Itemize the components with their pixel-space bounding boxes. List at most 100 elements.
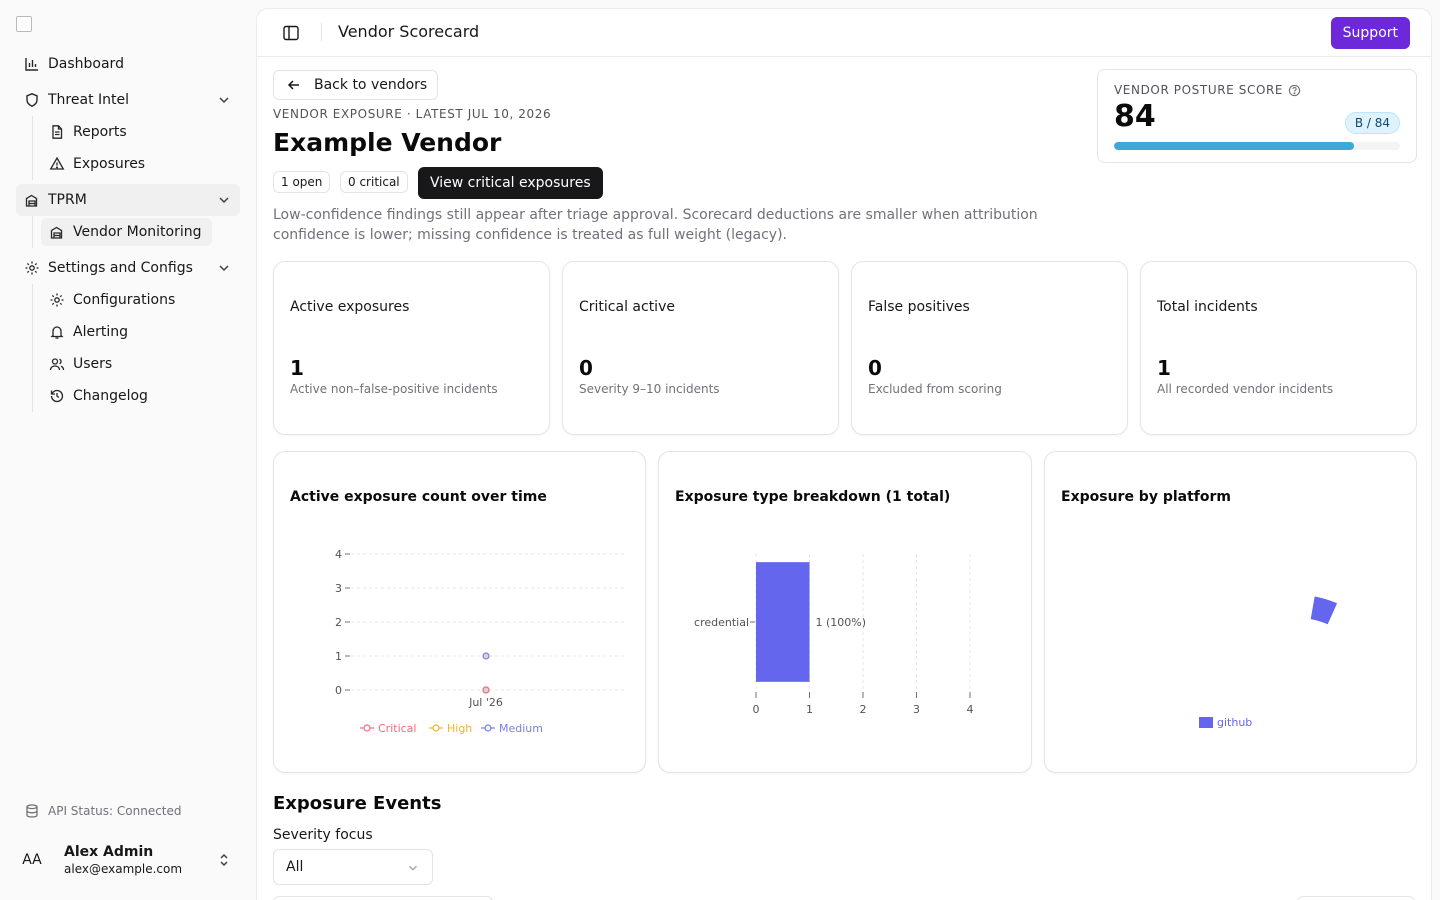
bell-icon: [49, 324, 65, 340]
search-input[interactable]: [273, 896, 493, 900]
legend-label: High: [447, 722, 472, 735]
chart-title: Exposure type breakdown (1 total): [675, 489, 951, 505]
sidebar-item-exposures[interactable]: Exposures: [41, 150, 155, 178]
severity-focus-value: All: [286, 859, 304, 875]
document-icon: [49, 124, 65, 140]
open-badge: 1 open: [273, 171, 331, 193]
stat-value: 0: [579, 356, 593, 380]
main-panel: Vendor Scorecard Support Back to vendors…: [256, 8, 1432, 900]
database-icon: [24, 803, 40, 819]
sidebar-item-label: Settings and Configs: [48, 260, 193, 276]
pie-slice-github: [1310, 596, 1338, 625]
chevron-down-icon: [216, 92, 232, 108]
gear-icon: [49, 292, 65, 308]
chevron-down-icon: [216, 192, 232, 208]
score-progress-fill: [1114, 142, 1355, 150]
chevron-down-icon: [216, 260, 232, 276]
api-status-text: API Status: Connected: [48, 804, 182, 818]
vendor-eyebrow: VENDOR EXPOSURE · LATEST JUL 10, 2026: [273, 107, 552, 121]
legend-swatch-dot: [363, 724, 371, 732]
support-button[interactable]: Support: [1330, 17, 1410, 49]
users-icon: [49, 356, 65, 372]
grade-badge: B / 84: [1344, 112, 1400, 134]
y-tick-label: 1: [335, 650, 342, 663]
toolbar-button[interactable]: [1297, 896, 1415, 900]
chevron-down-icon: [406, 861, 420, 875]
sidebar-item-configurations[interactable]: Configurations: [41, 286, 185, 314]
sidebar-item-changelog[interactable]: Changelog: [41, 382, 158, 410]
shield-icon: [24, 92, 40, 108]
back-to-vendors-button[interactable]: Back to vendors: [273, 70, 439, 100]
chart-title: Active exposure count over time: [290, 489, 547, 505]
stat-subtitle: Excluded from scoring: [868, 382, 1002, 396]
x-tick-label: 0: [753, 703, 760, 716]
legend-label: github: [1217, 716, 1252, 729]
subnav-line: [32, 284, 33, 412]
sidebar-item-dashboard[interactable]: Dashboard: [16, 48, 240, 80]
critical-badge: 0 critical: [340, 171, 408, 193]
sidebar-item-label: Dashboard: [48, 56, 124, 72]
y-tick-label: 0: [335, 684, 342, 697]
stat-title: Critical active: [579, 299, 675, 315]
pie-group: [1310, 596, 1338, 625]
x-tick-label: 4: [967, 703, 974, 716]
bar-chart-icon: [24, 56, 40, 72]
legend-label: Medium: [499, 722, 543, 735]
chart-title: Exposure by platform: [1061, 489, 1231, 505]
stat-title: Active exposures: [290, 299, 410, 315]
sidebar-item-alerting[interactable]: Alerting: [41, 318, 138, 346]
user-email: alex@example.com: [64, 862, 183, 876]
posture-score-card: VENDOR POSTURE SCORE 84 B / 84: [1097, 69, 1417, 163]
y-tick-label: credential: [694, 616, 749, 629]
stat-value: 1: [290, 356, 304, 380]
x-tick-label: Jul '26: [468, 696, 503, 709]
confidence-note: Low-confidence findings still appear aft…: [273, 207, 1038, 243]
building-icon: [49, 224, 65, 240]
sidebar-item-vendor-monitoring[interactable]: Vendor Monitoring: [41, 218, 212, 246]
severity-focus-label: Severity focus: [273, 827, 373, 843]
subnav-line: [32, 116, 33, 180]
stat-card-active-exposures: Active exposures 1 Active non–false-posi…: [273, 261, 550, 435]
x-tick-label: 3: [913, 703, 920, 716]
sidebar-item-settings[interactable]: Settings and Configs: [16, 252, 240, 284]
pie-chart-card: github Exposure by platform: [1044, 451, 1417, 773]
data-point-critical: [482, 686, 490, 694]
sidebar-item-threat-intel[interactable]: Threat Intel: [16, 84, 240, 116]
y-tick-label: 2: [335, 616, 342, 629]
sidebar-item-label: Alerting: [73, 324, 128, 340]
gear-icon: [24, 260, 40, 276]
y-tick-label: 3: [335, 582, 342, 595]
sidebar-toggle-icon[interactable]: [281, 23, 301, 43]
y-tick-label: 4: [335, 548, 342, 561]
user-name: Alex Admin: [64, 844, 154, 860]
exposure-events-title: Exposure Events: [273, 793, 442, 814]
back-label: Back to vendors: [314, 77, 428, 93]
legend-swatch: [1199, 717, 1213, 728]
avatar: AA: [22, 852, 42, 868]
sidebar-item-label: Exposures: [73, 156, 146, 172]
stat-title: False positives: [868, 299, 970, 315]
sidebar-item-label: Configurations: [73, 292, 176, 308]
sidebar-item-label: Threat Intel: [48, 92, 129, 108]
line-chart-card: 0 1 2 3 4 Jul '26 Critical High Medium Active ex…: [273, 451, 646, 773]
view-critical-exposures-button[interactable]: View critical exposures: [418, 167, 603, 199]
vendor-name: Example Vendor: [273, 128, 502, 157]
help-circle-icon[interactable]: [1288, 84, 1301, 97]
stat-subtitle: All recorded vendor incidents: [1157, 382, 1334, 396]
user-menu[interactable]: AA Alex Admin alex@example.com: [16, 836, 240, 884]
topbar-separator: [321, 23, 322, 41]
sidebar-item-label: Vendor Monitoring: [73, 224, 202, 240]
x-tick-label: 2: [860, 703, 867, 716]
stat-value: 1: [1157, 356, 1171, 380]
score-value: 84: [1114, 99, 1156, 134]
api-status: API Status: Connected: [24, 803, 182, 819]
logo[interactable]: [16, 16, 32, 32]
bar-value-label: 1 (100%): [816, 616, 867, 629]
sidebar-item-users[interactable]: Users: [41, 350, 122, 378]
severity-focus-select[interactable]: All: [273, 849, 433, 885]
x-tick-label: 1: [806, 703, 813, 716]
sidebar-item-tprm[interactable]: TPRM: [16, 184, 240, 216]
history-icon: [49, 388, 65, 404]
sidebar-item-reports[interactable]: Reports: [41, 118, 137, 146]
topbar: Vendor Scorecard Support: [257, 9, 1431, 57]
